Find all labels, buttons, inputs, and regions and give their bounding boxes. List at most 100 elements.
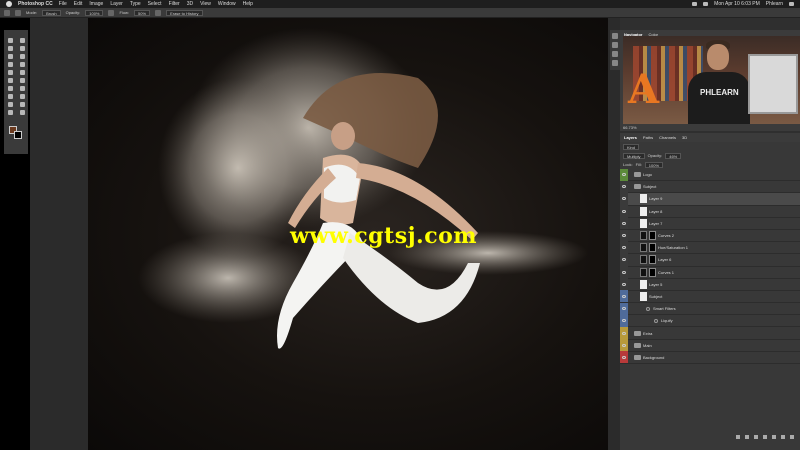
visibility-eye-icon[interactable]: [620, 205, 628, 218]
smart-filter-icon[interactable]: [654, 318, 658, 323]
marquee-tool[interactable]: [16, 36, 28, 44]
layer-name[interactable]: Curves 2: [658, 233, 674, 238]
layer-row[interactable]: Layer 9: [620, 192, 800, 206]
visibility-eye-icon[interactable]: [620, 241, 628, 254]
app-name-menu[interactable]: Photoshop CC: [18, 1, 53, 7]
visibility-eye-icon[interactable]: [620, 302, 628, 315]
path-select-tool[interactable]: [4, 100, 16, 108]
layer-name[interactable]: Layer 8: [649, 209, 662, 214]
link-icon[interactable]: [736, 435, 740, 439]
visibility-eye-icon[interactable]: [620, 217, 628, 230]
layer-name[interactable]: Subject: [643, 184, 656, 189]
tab-paths[interactable]: Paths: [643, 135, 653, 140]
kind-filter-select[interactable]: Kind: [623, 143, 640, 150]
layer-row[interactable]: Layer 8: [620, 205, 800, 218]
blur-tool[interactable]: [4, 84, 16, 92]
layer-row[interactable]: Subject: [620, 290, 800, 304]
dodge-tool[interactable]: [16, 84, 28, 92]
layer-row[interactable]: Layer 5: [620, 278, 800, 291]
menu-edit[interactable]: Edit: [74, 1, 83, 7]
eraser-tool[interactable]: [4, 76, 16, 84]
document-canvas[interactable]: www.cgtsj.com: [88, 18, 608, 450]
move-tool[interactable]: [4, 36, 16, 44]
layer-mask-thumbnail[interactable]: [649, 231, 656, 241]
layer-name[interactable]: Curves 1: [658, 270, 674, 275]
visibility-eye-icon[interactable]: [620, 180, 628, 193]
visibility-eye-icon[interactable]: [620, 351, 628, 364]
layer-mask-thumbnail[interactable]: [649, 267, 656, 277]
clone-tool[interactable]: [4, 68, 16, 76]
trash-icon[interactable]: [790, 435, 794, 439]
adjustments-panel-icon[interactable]: [612, 51, 618, 57]
menu-window[interactable]: Window: [218, 1, 236, 7]
visibility-eye-icon[interactable]: [620, 278, 628, 291]
history-panel-icon[interactable]: [612, 33, 618, 39]
menu-type[interactable]: Type: [130, 1, 141, 7]
adjustment-icon[interactable]: [763, 435, 767, 439]
brush-tool[interactable]: [16, 60, 28, 68]
new-group-icon[interactable]: [772, 435, 776, 439]
quick-select-tool[interactable]: [16, 44, 28, 52]
menu-image[interactable]: Image: [89, 1, 103, 7]
layer-row[interactable]: Hue/Saturation 1: [620, 241, 800, 255]
clock[interactable]: Mon Apr 10 6:03 PM: [714, 1, 760, 7]
layer-row[interactable]: Curves 2: [620, 229, 800, 243]
brush-panel-icon[interactable]: [612, 60, 618, 66]
layer-name[interactable]: Layer 5: [649, 282, 662, 287]
opacity-input[interactable]: 100%: [85, 9, 104, 16]
layer-row[interactable]: Smart Filters: [620, 302, 800, 316]
layer-row[interactable]: Layer 6: [620, 253, 800, 267]
wifi-icon[interactable]: [692, 2, 698, 6]
pen-tool[interactable]: [4, 92, 16, 100]
visibility-eye-icon[interactable]: [620, 314, 628, 327]
visibility-eye-icon[interactable]: [620, 327, 628, 340]
layer-opacity-input[interactable]: 46%: [665, 152, 682, 159]
fill-input[interactable]: 100%: [644, 161, 664, 168]
layer-row[interactable]: Background: [620, 351, 800, 364]
layer-row[interactable]: Curves 1: [620, 266, 800, 279]
gradient-tool[interactable]: [16, 76, 28, 84]
erase-to-history-checkbox[interactable]: Erase to History: [166, 9, 203, 16]
brush-preset-icon[interactable]: [15, 9, 21, 16]
crop-tool[interactable]: [4, 52, 16, 60]
layer-row[interactable]: Main: [620, 339, 800, 352]
layer-name[interactable]: Subject: [649, 294, 662, 299]
layer-mask-thumbnail[interactable]: [649, 255, 656, 265]
shape-tool[interactable]: [16, 100, 28, 108]
tab-channels[interactable]: Channels: [659, 135, 676, 140]
visibility-eye-icon[interactable]: [620, 253, 628, 266]
user-menu[interactable]: Phlearn: [766, 1, 783, 7]
healing-tool[interactable]: [4, 60, 16, 68]
layer-name[interactable]: Extra: [643, 331, 652, 336]
tab-layers[interactable]: Layers: [624, 135, 637, 140]
history-brush-tool[interactable]: [16, 68, 28, 76]
pressure-opacity-icon[interactable]: [108, 9, 115, 16]
menu-file[interactable]: File: [59, 1, 67, 7]
mask-icon[interactable]: [754, 435, 758, 439]
smart-filter-icon[interactable]: [646, 306, 650, 311]
new-layer-icon[interactable]: [781, 435, 785, 439]
layer-name[interactable]: Layer 6: [658, 257, 671, 262]
apple-icon[interactable]: [6, 1, 12, 7]
layer-row[interactable]: Subject: [620, 180, 800, 194]
visibility-eye-icon[interactable]: [620, 339, 628, 352]
visibility-eye-icon[interactable]: [620, 168, 628, 181]
airbrush-icon[interactable]: [155, 9, 162, 16]
layer-name[interactable]: Main: [643, 343, 652, 348]
visibility-eye-icon[interactable]: [620, 229, 628, 242]
flow-input[interactable]: 50%: [134, 9, 151, 16]
menu-3d[interactable]: 3D: [187, 1, 193, 7]
layer-row[interactable]: Extra: [620, 327, 800, 340]
layer-row[interactable]: Layer 7: [620, 217, 800, 230]
menu-help[interactable]: Help: [243, 1, 253, 7]
properties-panel-icon[interactable]: [612, 42, 618, 48]
menu-view[interactable]: View: [200, 1, 211, 7]
menu-filter[interactable]: Filter: [169, 1, 180, 7]
layer-name[interactable]: Layer 7: [649, 221, 662, 226]
blend-mode-select[interactable]: Multiply: [623, 152, 645, 159]
visibility-eye-icon[interactable]: [620, 266, 628, 279]
layer-name[interactable]: Layer 9: [649, 196, 662, 201]
visibility-eye-icon[interactable]: [620, 192, 628, 205]
menu-layer[interactable]: Layer: [110, 1, 123, 7]
eraser-tool-icon[interactable]: [4, 9, 10, 16]
